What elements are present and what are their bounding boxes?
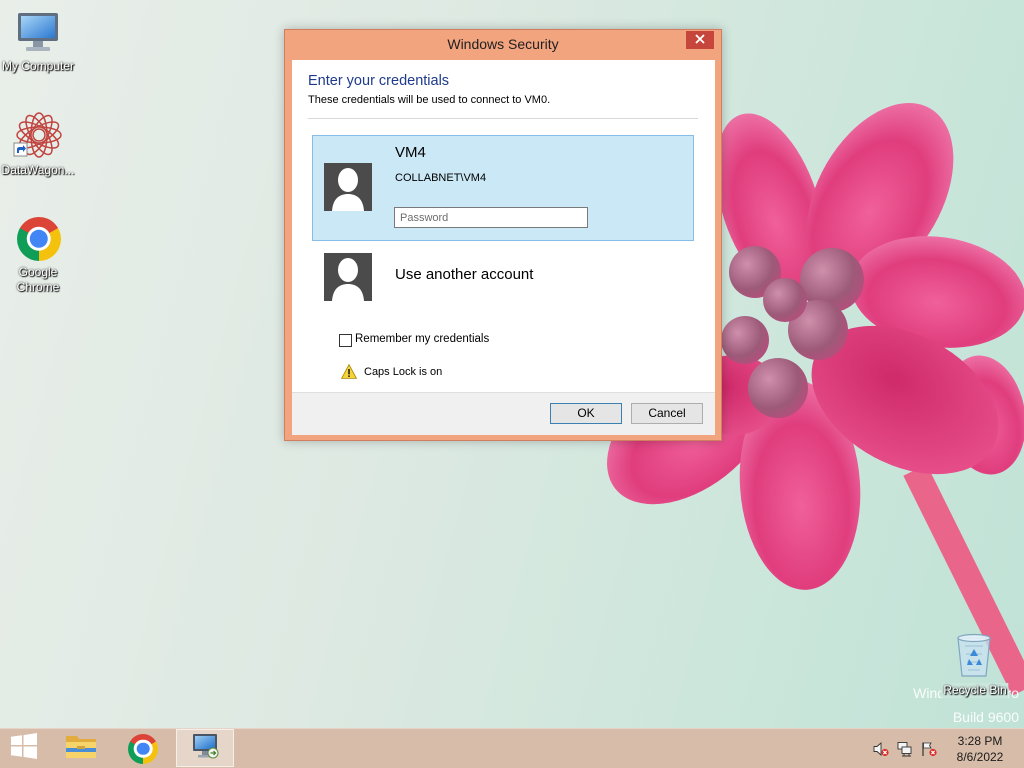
start-button[interactable] (0, 729, 48, 768)
dialog-content: Enter your credentials These credentials… (292, 60, 715, 435)
network-icon[interactable] (897, 741, 913, 757)
warning-icon (340, 363, 358, 384)
windows-build-watermark: Build 9600 (952, 709, 1019, 725)
dialog-heading: Enter your credentials (308, 73, 450, 89)
cancel-button[interactable]: Cancel (631, 403, 703, 424)
remember-credentials-checkbox[interactable] (339, 334, 352, 347)
dialog-footer: OK Cancel (292, 392, 715, 435)
caps-lock-warning: Caps Lock is on (364, 366, 443, 378)
desktop-icon-label: Recycle Bin (941, 683, 1009, 698)
close-button[interactable] (686, 31, 714, 49)
account-user: COLLABNET\VM4 (395, 172, 487, 184)
file-explorer-icon (65, 732, 97, 765)
remember-credentials-label[interactable]: Remember my credentials (355, 332, 489, 346)
divider (308, 118, 698, 119)
computer-icon (15, 10, 61, 59)
datawagon-icon (13, 111, 63, 164)
windows-security-dialog: Windows Security Enter your credentials … (284, 29, 722, 441)
windows-logo-icon (11, 733, 37, 764)
remote-desktop-icon (190, 731, 220, 766)
account-tile-use-another[interactable]: Use another account (312, 246, 694, 306)
dialog-title: Windows Security (447, 36, 559, 52)
taskbar-file-explorer[interactable] (56, 729, 106, 768)
taskbar: 3:28 PM 8/6/2022 (0, 728, 1024, 768)
desktop-icon-datawagon[interactable]: DataWagon... (0, 108, 76, 178)
account-tile-vm4[interactable]: VM4 COLLABNET\VM4 (312, 135, 694, 241)
dialog-description: These credentials will be used to connec… (308, 94, 551, 106)
desktop-icon-label: Google Chrome (16, 265, 60, 294)
clock-date: 8/6/2022 (956, 750, 1004, 764)
taskbar-chrome[interactable] (118, 729, 168, 768)
volume-muted-icon[interactable] (873, 741, 889, 757)
action-center-flag-icon[interactable] (921, 741, 937, 757)
desktop-icon-label: DataWagon... (1, 163, 75, 177)
account-name: VM4 (395, 144, 426, 161)
desktop-icon-my-computer[interactable]: My Computer (0, 8, 76, 76)
ok-button[interactable]: OK (550, 403, 622, 424)
taskbar-remote-desktop[interactable] (176, 729, 234, 767)
taskbar-clock[interactable]: 3:28 PM 8/6/2022 (950, 733, 1010, 765)
user-avatar-icon (324, 253, 372, 301)
use-another-account-label: Use another account (395, 266, 534, 283)
desktop-icon-label: My Computer (1, 59, 75, 73)
close-icon (695, 31, 705, 49)
clock-time: 3:28 PM (957, 734, 1003, 748)
chrome-icon (17, 217, 61, 261)
desktop-icon-recycle-bin[interactable]: Recycle Bin (940, 628, 1010, 700)
desktop-icon-google-chrome[interactable]: Google Chrome (0, 213, 76, 297)
user-avatar-icon (324, 163, 372, 211)
recycle-bin-icon (955, 632, 993, 683)
password-input[interactable] (394, 207, 588, 228)
chrome-icon (128, 733, 158, 764)
